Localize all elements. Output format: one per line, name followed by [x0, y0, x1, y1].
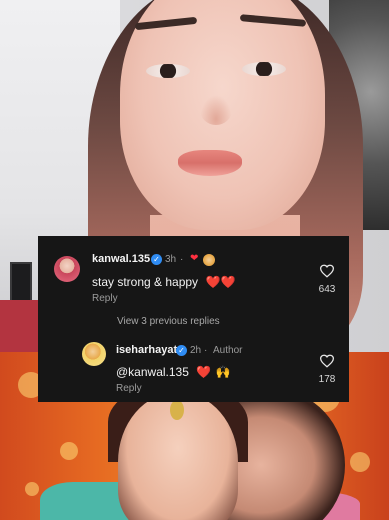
reply-button[interactable]: Reply — [92, 293, 118, 304]
nose — [200, 95, 232, 125]
avatar[interactable] — [82, 342, 106, 366]
comment-username[interactable]: iseharhayat — [116, 344, 177, 356]
left-eye — [146, 64, 190, 78]
comment-time: 3h — [165, 254, 177, 265]
view-previous-replies-button[interactable]: View 3 previous replies — [117, 316, 220, 327]
comment-body: stay strong & happy ❤️❤️ — [92, 273, 235, 291]
reply-button[interactable]: Reply — [116, 383, 142, 394]
raising-hands-emoji: 🙌 — [215, 365, 231, 379]
comment-text[interactable]: @kanwal.135 — [116, 365, 189, 379]
author-label: Author — [213, 345, 243, 356]
avatar[interactable] — [54, 256, 80, 282]
creator-liked-heart-icon: ❤ — [190, 253, 199, 264]
comment-body: @kanwal.135 ❤️ 🙌 — [116, 363, 231, 381]
like-count: 178 — [318, 374, 336, 385]
bokeh-light — [60, 442, 78, 460]
bokeh-light — [25, 482, 39, 496]
heart-outline-icon[interactable] — [319, 264, 335, 278]
lips — [178, 150, 242, 176]
verified-badge-icon: ✓ — [176, 345, 187, 356]
verified-badge-icon: ✓ — [151, 254, 162, 265]
comment-text: stay strong & happy — [92, 275, 199, 289]
comment-thread-overlay: kanwal.135 ✓ 3h · ❤ stay strong & happy … — [38, 236, 349, 402]
like-count: 643 — [318, 284, 336, 295]
bokeh-light — [350, 452, 370, 472]
right-eye — [242, 62, 286, 76]
meta-separator: · — [180, 254, 184, 265]
comment-username[interactable]: kanwal.135 — [92, 253, 150, 265]
comment-time: 2h — [190, 345, 202, 356]
heart-outline-icon[interactable] — [319, 354, 335, 368]
maang-tikka — [170, 400, 184, 420]
meta-separator: · — [204, 345, 208, 356]
heart-emoji: ❤️ — [196, 365, 212, 379]
creator-mini-avatar — [203, 254, 215, 266]
comment-emoji: ❤️❤️ — [205, 275, 236, 289]
